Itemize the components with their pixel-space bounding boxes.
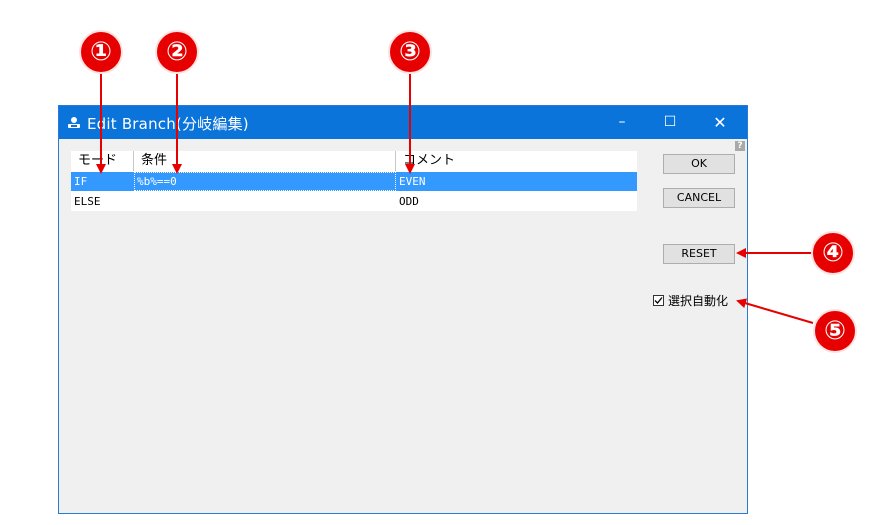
callout-badge-4: ④ [811,231,855,275]
callout-badge-5: ⑤ [813,309,857,353]
callout-badge-2: ② [155,30,199,74]
callout-badge-3: ③ [388,30,432,74]
annotation-arrows [96,74,814,324]
callout-arrow-5 [736,298,814,324]
callout-badge-1: ① [79,30,123,74]
